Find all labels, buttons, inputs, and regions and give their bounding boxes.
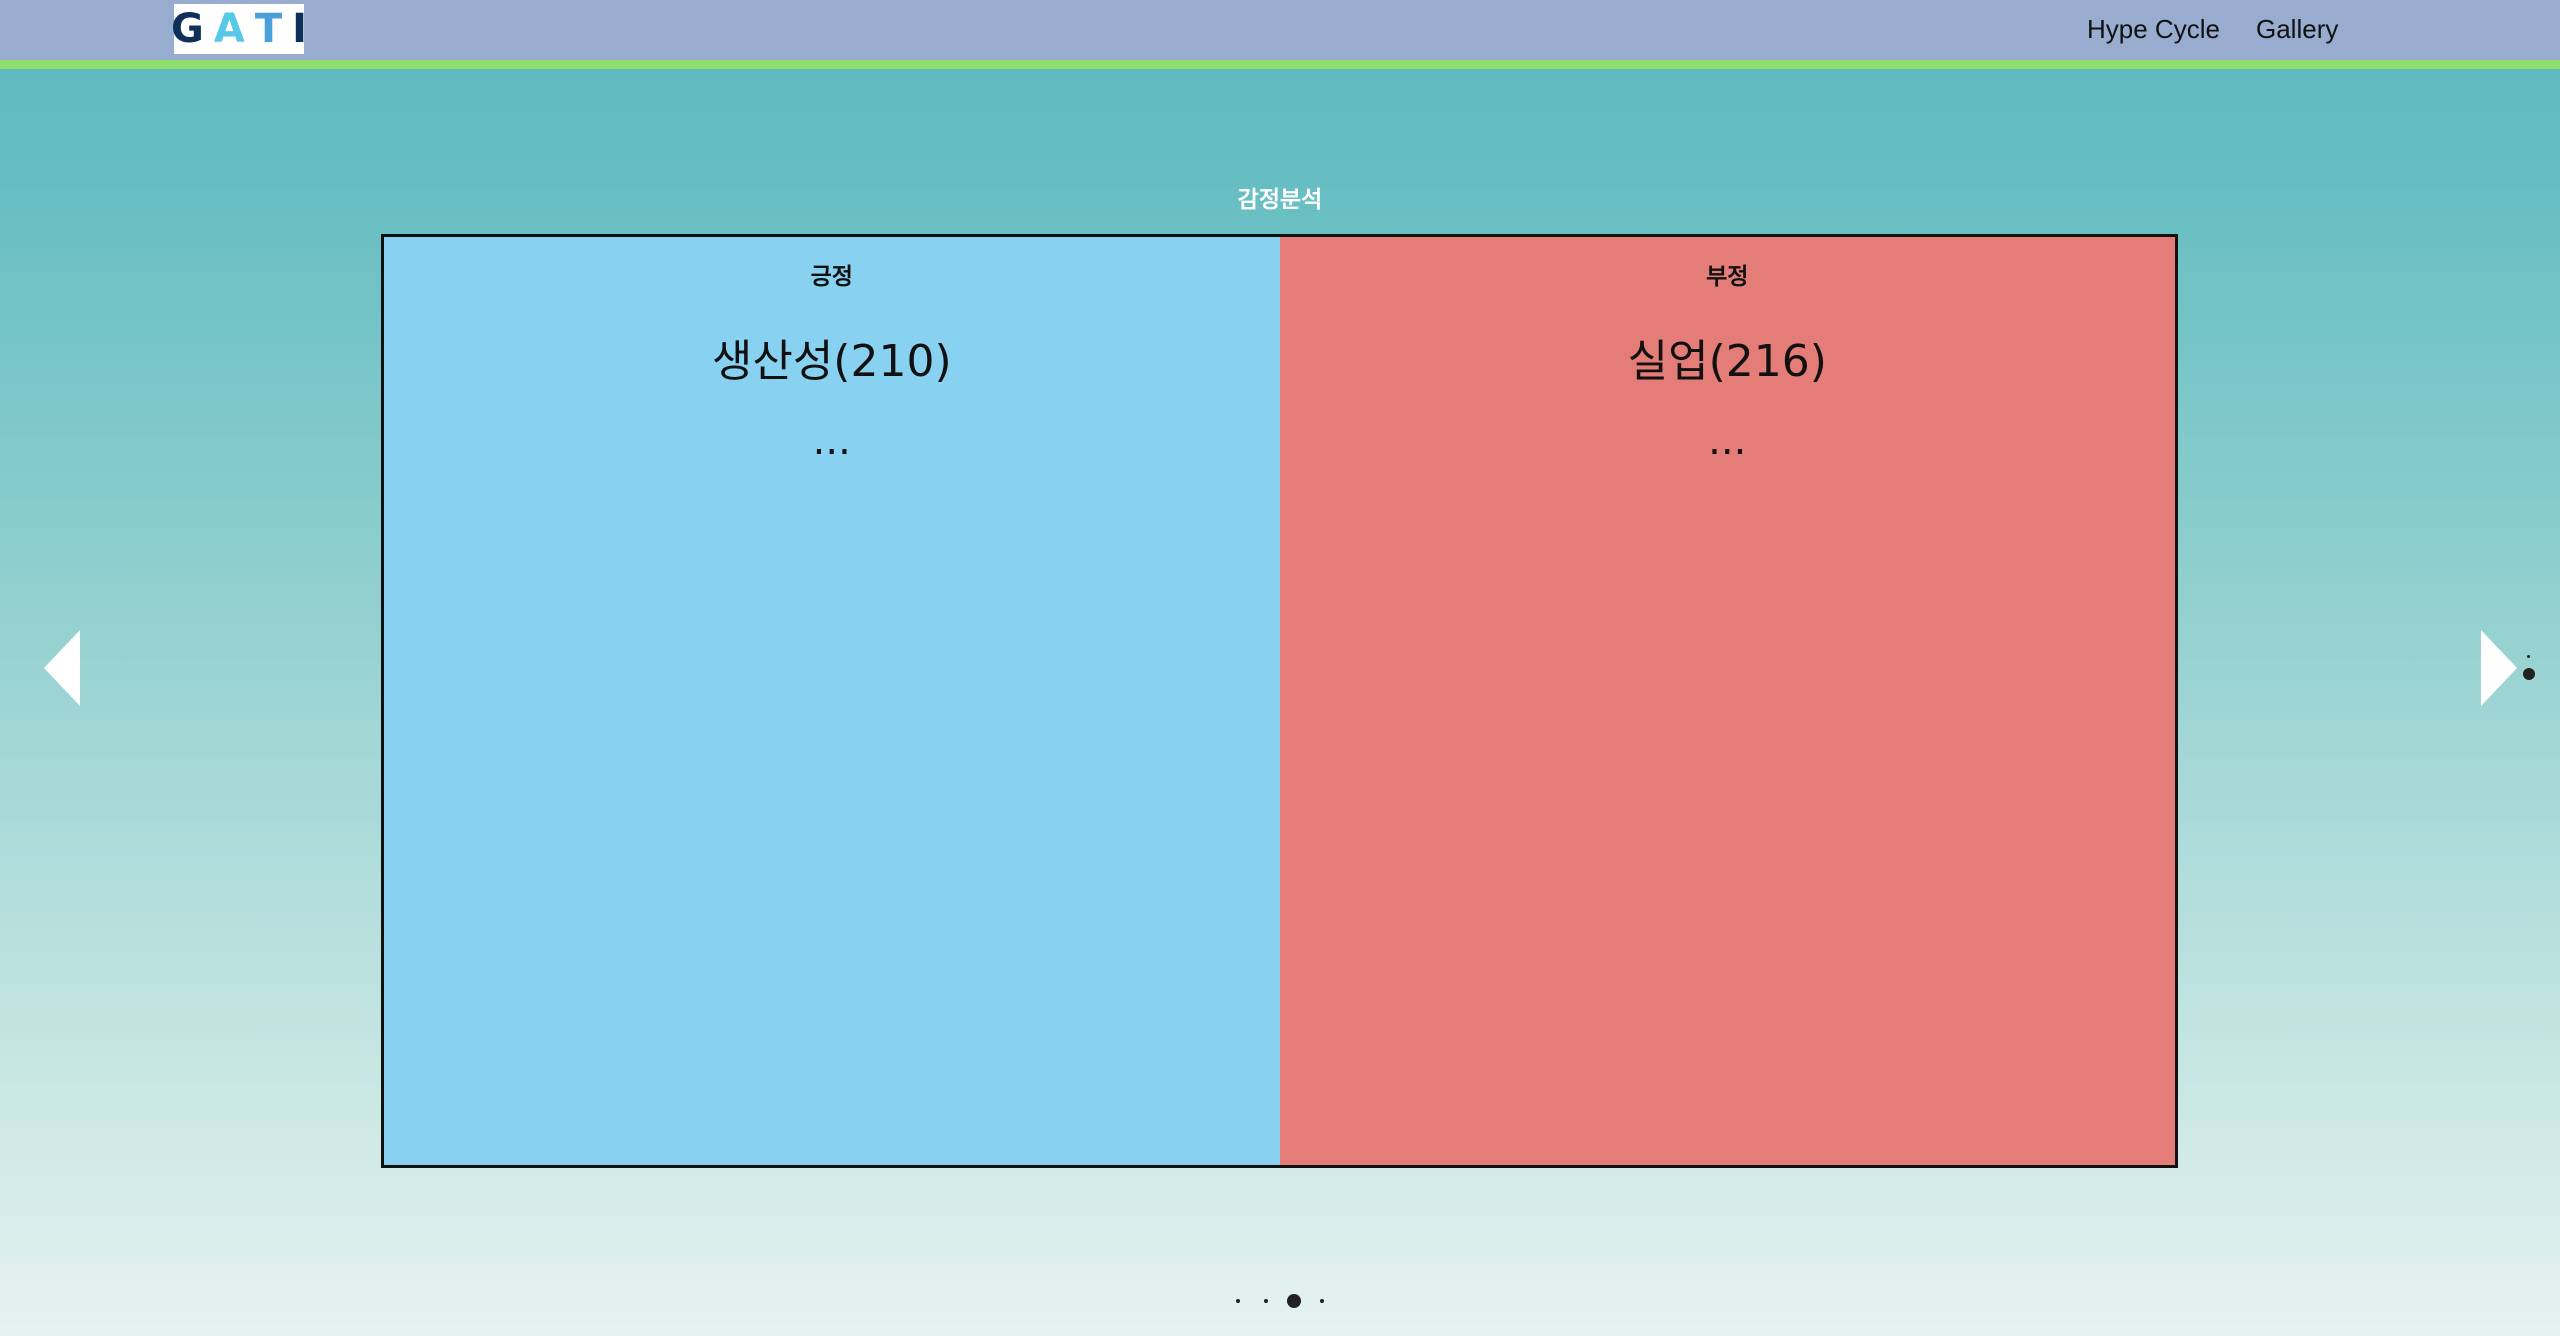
negative-top-keyword: 실업(216) — [1627, 336, 1827, 387]
vertical-indicator-dot-1[interactable] — [2527, 655, 2530, 658]
sentiment-panel: 긍정 생산성(210) ... 부정 실업(216) ... — [381, 234, 2178, 1168]
next-slide-arrow-icon[interactable] — [2481, 630, 2517, 706]
carousel-pagination — [0, 1290, 2560, 1310]
pagination-dot-4[interactable] — [1320, 1299, 1324, 1303]
pagination-dot-1[interactable] — [1236, 1299, 1240, 1303]
negative-label: 부정 — [1706, 264, 1749, 290]
logo-letter-a: A — [213, 6, 245, 52]
positive-label: 긍정 — [810, 264, 853, 290]
gati-logo[interactable]: G A T I — [171, 4, 307, 54]
logo-letter-g: G — [171, 6, 204, 52]
pagination-dot-3[interactable] — [1287, 1294, 1301, 1308]
nav-link-gallery[interactable]: Gallery — [2256, 0, 2338, 58]
nav-link-hype-cycle[interactable]: Hype Cycle — [2087, 0, 2220, 58]
top-navigation-bar: G A T I Hype Cycle Gallery — [0, 0, 2560, 60]
section-title: 감정분석 — [1237, 187, 1323, 213]
positive-more-ellipsis[interactable]: ... — [384, 421, 1280, 461]
logo-letter-t: T — [254, 6, 283, 52]
vertical-indicator-dot-2[interactable] — [2523, 668, 2535, 680]
positive-sentiment-panel: 긍정 생산성(210) ... — [384, 237, 1280, 1165]
negative-more-ellipsis[interactable]: ... — [1280, 421, 2176, 461]
positive-top-keyword: 생산성(210) — [711, 336, 952, 387]
negative-sentiment-panel: 부정 실업(216) ... — [1279, 237, 2176, 1165]
logo-letter-i: I — [292, 6, 307, 52]
pagination-dot-2[interactable] — [1264, 1299, 1268, 1303]
previous-slide-arrow-icon[interactable] — [44, 630, 80, 706]
header-accent-line — [0, 60, 2560, 69]
